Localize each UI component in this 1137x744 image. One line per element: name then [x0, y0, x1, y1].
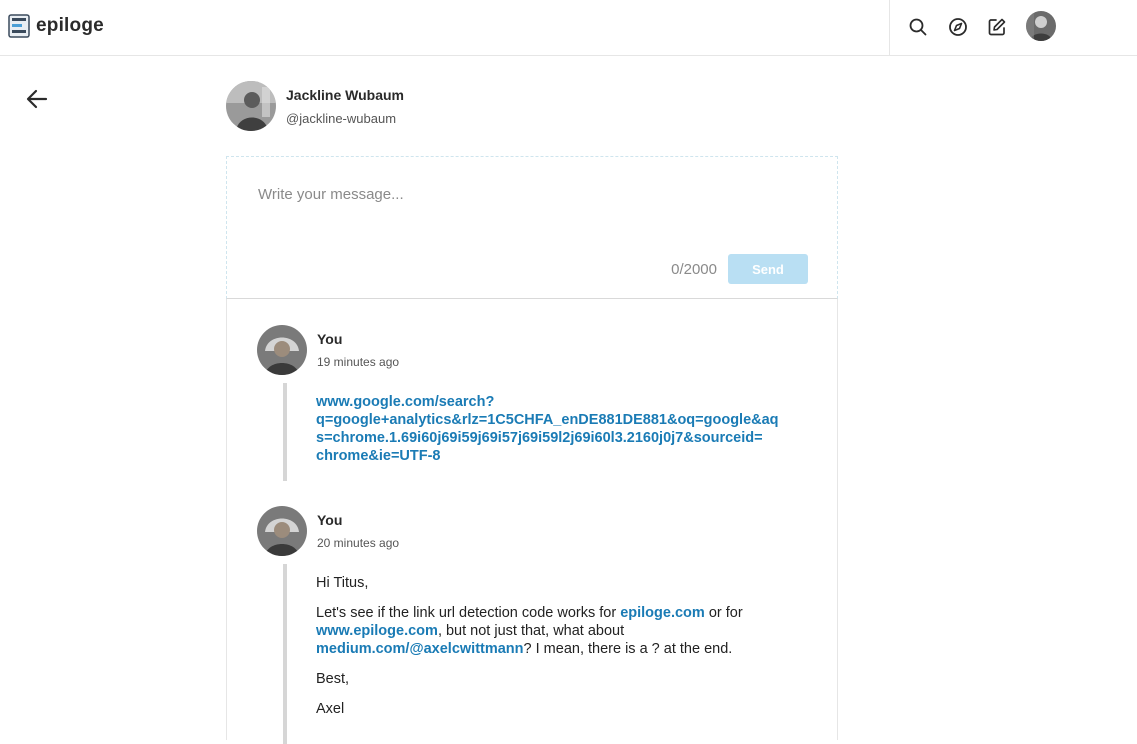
message-paragraph: Let's see if the link url detection code…: [316, 605, 743, 657]
user-avatar[interactable]: [1026, 11, 1056, 41]
search-icon[interactable]: [907, 16, 929, 38]
message-timestamp: 20 minutes ago: [317, 536, 400, 550]
message-quote-bar: [283, 383, 287, 481]
message-input[interactable]: [256, 184, 810, 248]
recipient-name[interactable]: Jackline Wubaum: [286, 87, 404, 103]
character-counter: 0/2000: [671, 261, 717, 278]
brand-home-link[interactable]: epiloge: [8, 12, 104, 40]
message-timestamp: 19 minutes ago: [317, 355, 400, 369]
message-author: You: [317, 512, 343, 528]
message-composer: 0/2000 Send: [226, 156, 838, 299]
edit-icon[interactable]: [986, 16, 1008, 38]
message-signoff: Best,: [316, 671, 350, 687]
message-thread: You 19 minutes ago www.google.com/search…: [226, 299, 838, 744]
epiloge-logo-icon: [8, 14, 30, 38]
top-navbar: epiloge: [0, 0, 1137, 56]
send-button[interactable]: Send: [728, 254, 808, 284]
compass-icon[interactable]: [947, 16, 969, 38]
message-link[interactable]: medium.com/@axelcwittmann: [316, 641, 524, 657]
back-arrow-icon[interactable]: [24, 86, 50, 112]
message-link[interactable]: www.google.com/search? q=google+analytic…: [316, 394, 779, 464]
message-body: Hi Titus, Let's see if the link url dete…: [316, 574, 816, 718]
message-quote-bar: [283, 564, 287, 744]
recipient-handle: @jackline-wubaum: [286, 111, 397, 126]
recipient-avatar[interactable]: [226, 81, 276, 131]
sender-avatar[interactable]: [257, 325, 307, 375]
message-link[interactable]: epiloge.com: [620, 605, 705, 621]
message-body: www.google.com/search? q=google+analytic…: [316, 393, 816, 465]
message-greeting: Hi Titus,: [316, 575, 369, 591]
message-link[interactable]: www.epiloge.com: [316, 623, 438, 639]
brand-name: epiloge: [36, 15, 104, 36]
message-author: You: [317, 331, 343, 347]
message-signature: Axel: [316, 701, 345, 717]
topbar-divider: [889, 0, 890, 56]
sender-avatar[interactable]: [257, 506, 307, 556]
